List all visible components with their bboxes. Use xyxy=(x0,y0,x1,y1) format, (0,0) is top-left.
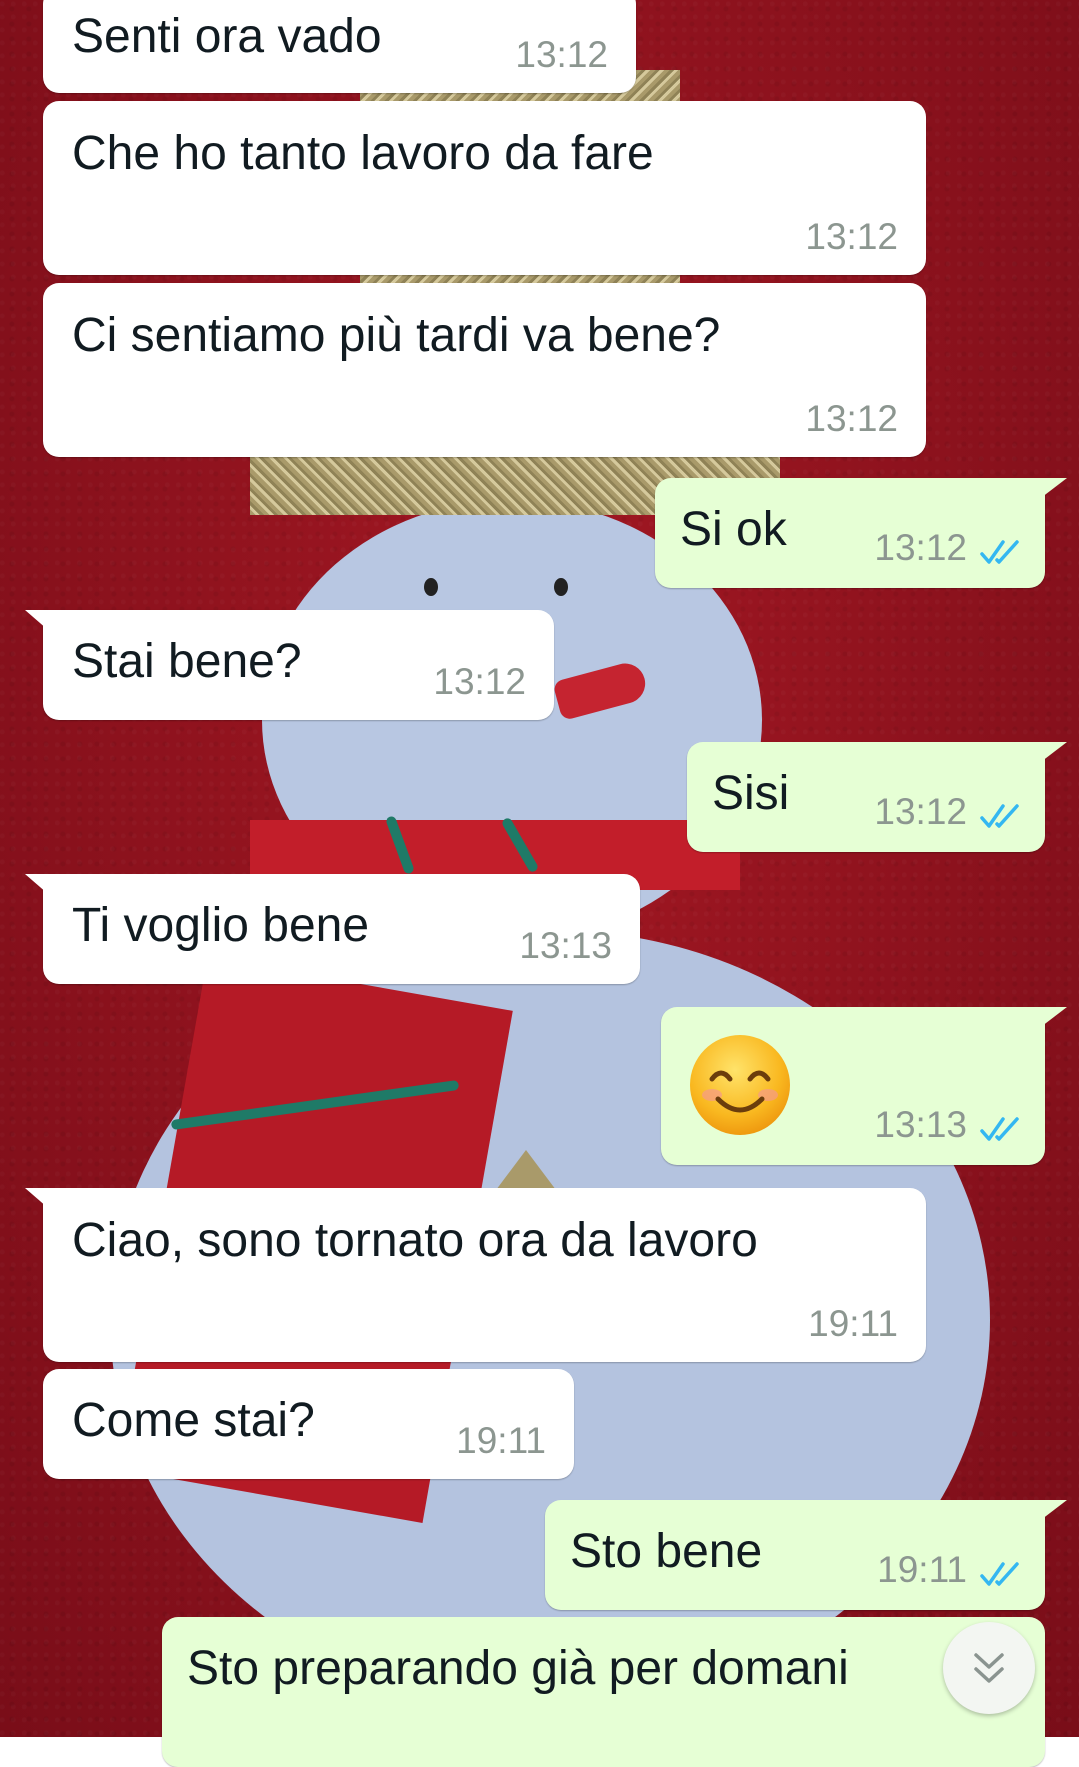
smiling-face-with-smiling-eyes-icon xyxy=(690,1035,790,1135)
bubble-tail xyxy=(25,874,55,900)
message-list[interactable]: Senti ora vado 13:12 Che ho tanto lavoro… xyxy=(0,0,1079,1767)
double-check-icon xyxy=(980,1562,1019,1586)
message-text: Che ho tanto lavoro da fare xyxy=(72,127,654,180)
message-text: Stai bene? xyxy=(72,635,302,688)
message-text: Senti ora vado xyxy=(72,10,382,63)
message-time: 13:12 xyxy=(515,34,608,75)
incoming-message[interactable]: Ci sentiamo più tardi va bene? 13:12 xyxy=(43,283,926,457)
bubble-tail xyxy=(1033,742,1067,768)
incoming-message[interactable]: Stai bene? 13:12 xyxy=(25,610,554,720)
message-time: 19:11 xyxy=(808,1303,898,1344)
double-check-icon xyxy=(980,540,1019,564)
message-time: 19:11 xyxy=(877,1549,967,1590)
message-text: Come stai? xyxy=(72,1394,315,1447)
message-text: Sisi xyxy=(712,767,790,820)
message-text: Ci sentiamo più tardi va bene? xyxy=(72,309,721,362)
outgoing-message[interactable]: Sto preparando già per domani xyxy=(162,1617,1045,1767)
message-time: 13:13 xyxy=(519,925,612,966)
outgoing-message[interactable]: Sto bene 19:11 xyxy=(545,1500,1067,1610)
outgoing-message[interactable]: Si ok 13:12 xyxy=(655,478,1067,588)
message-text: Si ok xyxy=(680,503,787,556)
message-time: 13:12 xyxy=(874,791,967,832)
bubble-tail xyxy=(1033,478,1067,504)
double-chevron-down-icon xyxy=(974,1653,1004,1683)
message-text: Ti voglio bene xyxy=(72,899,370,952)
message-time: 13:12 xyxy=(874,527,967,568)
message-text: Sto bene xyxy=(570,1525,763,1578)
outgoing-message[interactable]: Sisi 13:12 xyxy=(687,742,1067,852)
double-check-icon xyxy=(980,1117,1019,1141)
bubble-tail xyxy=(25,1188,55,1214)
double-check-icon xyxy=(980,804,1019,828)
message-time: 13:12 xyxy=(433,661,526,702)
incoming-message[interactable]: Che ho tanto lavoro da fare 13:12 xyxy=(43,101,926,275)
message-time: 19:11 xyxy=(456,1420,546,1461)
incoming-message[interactable]: Come stai? 19:11 xyxy=(43,1369,574,1479)
incoming-message[interactable]: Senti ora vado 13:12 xyxy=(43,0,636,93)
outgoing-message[interactable]: 13:13 xyxy=(661,1007,1067,1165)
message-time: 13:12 xyxy=(805,216,898,257)
scroll-to-bottom-button[interactable] xyxy=(943,1622,1035,1714)
message-text: Sto preparando già per domani xyxy=(187,1642,849,1695)
incoming-message[interactable]: Ti voglio bene 13:13 xyxy=(25,874,640,984)
bubble-tail xyxy=(1033,1007,1067,1033)
bubble-tail xyxy=(25,610,55,636)
incoming-message[interactable]: Ciao, sono tornato ora da lavoro 19:11 xyxy=(25,1188,926,1362)
message-time: 13:12 xyxy=(805,398,898,439)
bubble-tail xyxy=(1033,1500,1067,1526)
message-time: 13:13 xyxy=(874,1104,967,1145)
message-text: Ciao, sono tornato ora da lavoro xyxy=(72,1214,758,1267)
